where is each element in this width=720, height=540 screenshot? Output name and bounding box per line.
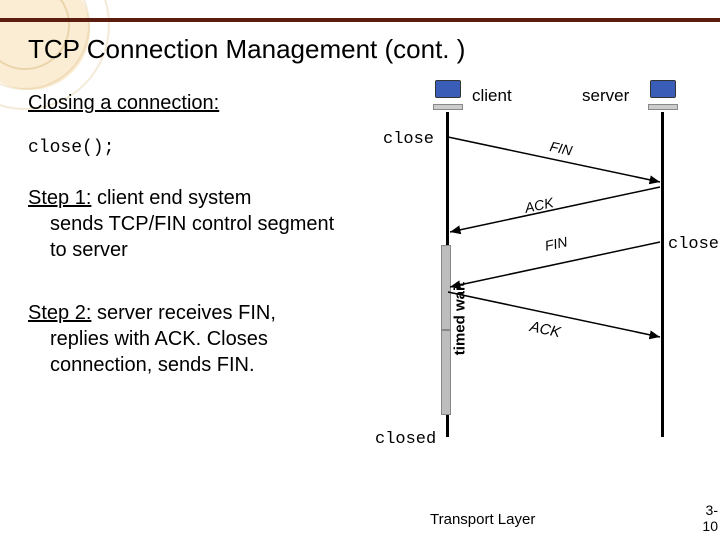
slide-title: TCP Connection Management (cont. )	[28, 34, 465, 65]
step-2-heading: Step 2:	[28, 302, 91, 324]
step-1-lead: client end system	[91, 187, 251, 209]
event-server-close: close	[668, 235, 719, 254]
corner-decoration	[0, 0, 150, 150]
server-computer-icon	[645, 80, 681, 110]
step-1-body: sends TCP/FIN control segment to server	[50, 211, 338, 263]
sequence-diagram: client server FIN ACK FIN ACK close clos…	[350, 80, 710, 480]
code-snippet: close();	[28, 138, 114, 158]
message-arrows	[350, 112, 690, 452]
event-closed: closed	[375, 430, 436, 449]
step-2-lead: server receives FIN,	[91, 302, 275, 324]
step-1-heading: Step 1:	[28, 187, 91, 209]
server-label: server	[582, 86, 629, 106]
step-1-block: Step 1: client end system sends TCP/FIN …	[28, 185, 338, 263]
client-computer-icon	[430, 80, 466, 110]
step-2-block: Step 2: server receives FIN, replies wit…	[28, 300, 338, 378]
step-2-body: replies with ACK. Closes connection, sen…	[50, 326, 338, 378]
timed-wait-label: timed wait	[452, 264, 469, 374]
section-heading: Closing a connection:	[28, 92, 219, 115]
page-number: 3-10	[702, 503, 718, 534]
client-label: client	[472, 86, 512, 106]
event-client-close: close	[383, 130, 434, 149]
footer-text: Transport Layer	[430, 511, 535, 528]
top-rule	[0, 18, 720, 22]
